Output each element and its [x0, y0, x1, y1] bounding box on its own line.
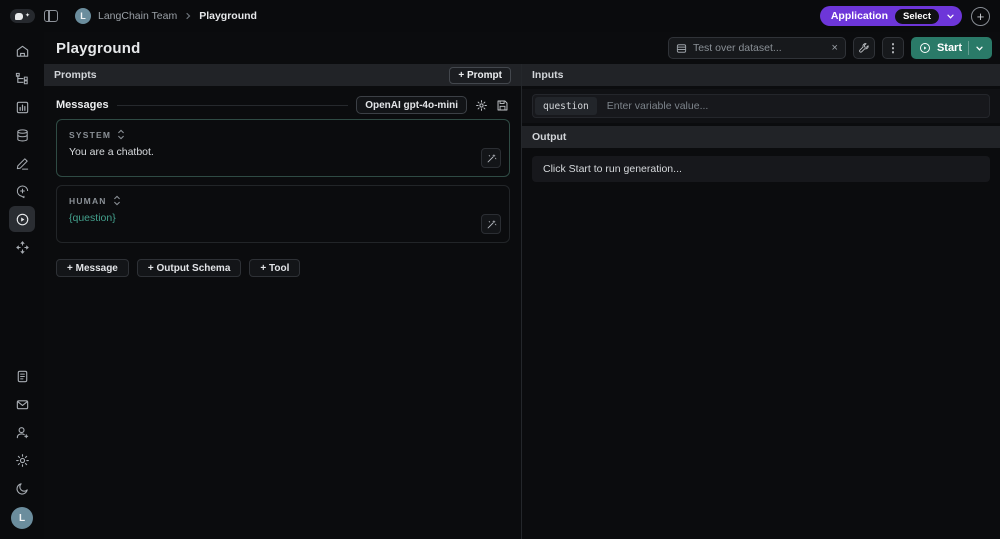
sidebar-item-deployments[interactable] [9, 234, 35, 260]
start-chevron-icon[interactable] [975, 44, 984, 53]
role-stepper-icon [113, 195, 120, 206]
prompt-actions: + Message + Output Schema + Tool [56, 259, 509, 277]
chevron-down-icon [947, 14, 954, 19]
sidebar-item-docs[interactable] [9, 363, 35, 389]
chevron-right-icon [184, 12, 192, 20]
magic-wand-icon [487, 219, 496, 228]
trace-graph-icon [15, 72, 28, 84]
gear-icon [476, 99, 487, 111]
test-over-dataset-field[interactable]: × [667, 37, 846, 59]
application-select-value[interactable]: Select [895, 8, 939, 24]
messages-divider [116, 104, 349, 106]
breadcrumb-page[interactable]: Playground [199, 10, 257, 22]
breadcrumb: L LangChain Team Playground [75, 8, 257, 24]
prompts-header: Prompts + Prompt [44, 64, 521, 86]
kebab-icon: ⋮ [886, 41, 899, 55]
start-label: Start [936, 42, 962, 54]
messages-header: Messages OpenAI gpt-4o-mini [56, 96, 509, 114]
start-button[interactable]: Start [910, 37, 992, 59]
sidebar-item-datasets[interactable] [9, 122, 35, 148]
langsmith-logo[interactable]: ✦ [10, 9, 35, 23]
sidebar-item-chat[interactable] [9, 178, 35, 204]
sidebar-item-annotation[interactable] [9, 150, 35, 176]
model-settings-button[interactable] [475, 99, 488, 112]
mail-icon [16, 399, 28, 409]
sidebar-item-playground[interactable] [9, 206, 35, 232]
sidebar-item-home[interactable] [9, 38, 35, 64]
dataset-icon [676, 43, 687, 53]
settings-gear-icon [15, 453, 29, 467]
plus-icon: + [976, 8, 985, 24]
role-selector[interactable]: SYSTEM [69, 129, 497, 140]
input-variable-row: question [522, 89, 1000, 123]
invite-user-icon [16, 426, 28, 438]
messages-title: Messages [56, 99, 109, 111]
improve-prompt-button[interactable] [481, 148, 501, 168]
sidebar-item-monitoring[interactable] [9, 94, 35, 120]
io-panel: Inputs question Output Click Start to ru… [521, 64, 1000, 539]
add-message-button[interactable]: + Message [56, 259, 129, 277]
start-divider [968, 41, 969, 55]
inputs-header: Inputs [522, 64, 1000, 86]
test-over-dataset-input[interactable] [692, 42, 826, 54]
role-selector[interactable]: HUMAN [69, 195, 497, 206]
variable-input-box[interactable]: question [532, 94, 990, 118]
output-header: Output [522, 126, 1000, 148]
role-label: SYSTEM [69, 129, 112, 140]
application-label: Application [830, 10, 888, 22]
logo-star-icon: ✦ [24, 13, 31, 19]
save-prompt-button[interactable] [496, 99, 509, 112]
message-content[interactable]: {question} [69, 212, 497, 224]
team-avatar[interactable]: L [75, 8, 91, 24]
user-avatar[interactable]: L [11, 507, 33, 529]
playground-play-icon [16, 213, 28, 225]
message-card-human[interactable]: HUMAN {question} [56, 185, 510, 243]
chat-add-icon [16, 185, 28, 198]
message-card-system[interactable]: SYSTEM You are a chatbot. [56, 119, 510, 177]
save-floppy-icon [497, 100, 508, 110]
output-title: Output [532, 131, 567, 143]
wrench-icon [859, 43, 869, 53]
variable-name-chip: question [535, 97, 597, 115]
role-stepper-icon [118, 129, 124, 140]
page-header: Playground × ⋮ Start [44, 32, 1000, 64]
improve-prompt-button[interactable] [481, 214, 501, 234]
variable-value-input[interactable] [606, 100, 987, 112]
add-workspace-button[interactable]: + [971, 6, 990, 26]
top-bar: ✦ L LangChain Team Playground Applicatio… [0, 0, 1000, 32]
magic-wand-icon [487, 153, 496, 162]
breadcrumb-team[interactable]: LangChain Team [98, 10, 177, 22]
more-options-button[interactable]: ⋮ [881, 37, 904, 59]
clear-dataset-icon[interactable]: × [832, 42, 838, 54]
home-icon [16, 45, 28, 57]
sidebar-toggle-icon[interactable] [44, 10, 58, 22]
add-output-schema-button[interactable]: + Output Schema [136, 259, 242, 277]
dark-mode-moon-icon [15, 482, 28, 495]
play-circle-icon [919, 43, 930, 53]
add-tool-button[interactable]: + Tool [249, 259, 301, 277]
sidebar-item-tracing[interactable] [9, 66, 35, 92]
sidebar-item-invite[interactable] [9, 419, 35, 445]
app-sidebar: L [0, 32, 44, 539]
monitor-chart-icon [16, 101, 28, 113]
datasets-database-icon [16, 128, 28, 141]
message-content[interactable]: You are a chatbot. [69, 146, 497, 158]
application-selector[interactable]: Application Select [819, 6, 962, 26]
annotate-pencil-icon [16, 157, 28, 170]
page-title: Playground [56, 39, 141, 57]
sidebar-item-feedback[interactable] [9, 391, 35, 417]
role-label: HUMAN [69, 195, 107, 206]
model-selector-chip[interactable]: OpenAI gpt-4o-mini [356, 96, 467, 114]
sidebar-item-theme[interactable] [9, 475, 35, 501]
prompts-panel: Prompts + Prompt Messages OpenAI gpt-4o-… [44, 64, 521, 539]
deploy-arrows-icon [15, 240, 29, 254]
docs-file-icon [17, 370, 27, 382]
sidebar-item-settings[interactable] [9, 447, 35, 473]
add-prompt-button[interactable]: + Prompt [449, 66, 511, 84]
prompts-title: Prompts [54, 69, 97, 81]
inputs-title: Inputs [532, 69, 564, 81]
output-placeholder: Click Start to run generation... [532, 156, 990, 182]
tools-button[interactable] [852, 37, 875, 59]
logo-glyph [14, 12, 23, 20]
